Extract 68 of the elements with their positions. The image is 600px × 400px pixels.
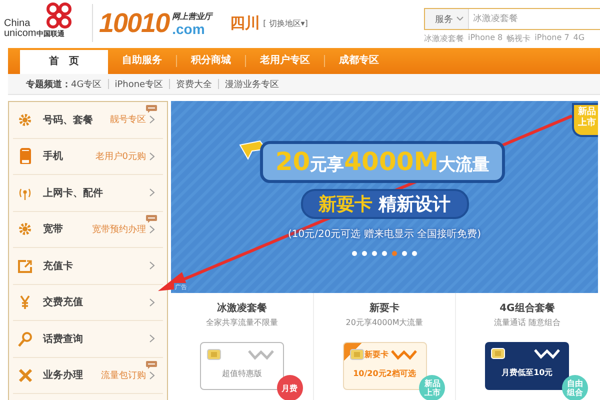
site-tagline: 网上营业厅 xyxy=(172,11,212,23)
banner-note: (10元/20元可选 赠来电显示 全国接听免费) xyxy=(288,228,481,241)
sim-card[interactable]: 月费低至10元 xyxy=(485,342,570,390)
channel-link[interactable]: 4G专区 xyxy=(71,78,102,90)
wo-logo-icon xyxy=(390,348,420,360)
chevron-right-icon xyxy=(149,261,155,270)
new-product-badge: 新品 上市 xyxy=(572,103,598,137)
chevron-right-icon xyxy=(149,188,155,198)
subheadline: 新耍卡 精新设计 xyxy=(300,189,468,219)
menu-item[interactable]: 手机 老用户0元购 xyxy=(13,138,163,175)
chip-icon xyxy=(350,348,364,360)
brand-name: unicom xyxy=(4,29,36,39)
channel-link[interactable]: iPhone专区 xyxy=(114,78,164,90)
card-text: 10/20元2档可选 xyxy=(353,368,416,379)
product-subtitle: 全家共享流量不限量 xyxy=(206,317,278,328)
menu-item[interactable]: 上网卡、配件 xyxy=(13,175,163,212)
carousel-dot[interactable] xyxy=(372,251,377,256)
menu-item[interactable]: 号码、套餐 靓号专区 xyxy=(13,102,163,138)
carousel-dot[interactable] xyxy=(352,251,357,256)
menu-item[interactable]: 话费查询 xyxy=(13,321,163,358)
site-logo-number: 10010 xyxy=(99,8,170,38)
chip-icon xyxy=(491,348,506,358)
product-badge: 月费 xyxy=(276,375,303,400)
category-dropdown[interactable]: 服务 xyxy=(425,9,469,29)
carousel-dot[interactable] xyxy=(382,251,387,256)
carousel-dot[interactable] xyxy=(412,251,417,256)
chevron-right-icon xyxy=(149,334,155,344)
channel-label: 专题频道： xyxy=(26,78,71,90)
product-subtitle: 流量通话 随意组合 xyxy=(494,317,560,328)
region-name: 四川 xyxy=(230,14,260,32)
chevron-right-icon xyxy=(149,224,155,234)
menu-item[interactable]: 充值卡 xyxy=(13,248,163,284)
product-badge: 新品上市 xyxy=(419,375,446,400)
card-text: 超值特惠版 xyxy=(222,368,262,379)
channel-link[interactable]: 漫游业务专区 xyxy=(225,78,280,90)
region-switch-link[interactable]: [ 切换地区▾] xyxy=(263,18,308,28)
product-title[interactable]: 冰激凌套餐 xyxy=(216,301,267,315)
magnifier-icon xyxy=(17,330,33,347)
chip-icon xyxy=(206,348,221,360)
headline: 20元享4000M大流量 xyxy=(260,141,505,183)
site-domain: .com xyxy=(172,23,206,35)
product-badge: 自由组合 xyxy=(562,375,588,400)
wo-logo-icon xyxy=(246,348,277,360)
carousel-dot[interactable] xyxy=(362,251,367,256)
phone-icon xyxy=(17,148,33,164)
brand-name: China xyxy=(4,19,30,29)
carousel-dot[interactable] xyxy=(392,251,397,256)
chevron-right-icon xyxy=(149,298,155,307)
gear-icon xyxy=(17,221,33,238)
card-text: 月费低至10元 xyxy=(502,367,553,378)
tools-icon xyxy=(17,367,33,384)
menu-item[interactable]: 宽带 宽带预约办理 xyxy=(13,212,163,248)
sim-card[interactable]: 超值特惠版 xyxy=(200,342,284,390)
chevron-right-icon xyxy=(149,370,155,380)
product-title[interactable]: 新耍卡 xyxy=(370,301,400,315)
chevron-right-icon xyxy=(149,115,155,124)
gear-icon xyxy=(17,112,33,128)
menu-item[interactable]: 交费充值 xyxy=(13,284,163,321)
chevron-down-icon xyxy=(456,16,464,22)
share-icon xyxy=(17,258,33,274)
menu-item[interactable]: 业务办理 流量包订购 xyxy=(13,358,163,394)
product-subtitle: 20元享4000M大流量 xyxy=(346,317,424,328)
card-heading: 新耍卡 xyxy=(364,348,388,360)
channel-link[interactable]: 资费大全 xyxy=(176,78,212,90)
chevron-right-icon xyxy=(149,152,155,161)
nav-tab[interactable]: 首 页 xyxy=(20,50,108,74)
product-title[interactable]: 4G组合套餐 xyxy=(500,301,555,315)
carousel-dot[interactable] xyxy=(402,251,407,256)
